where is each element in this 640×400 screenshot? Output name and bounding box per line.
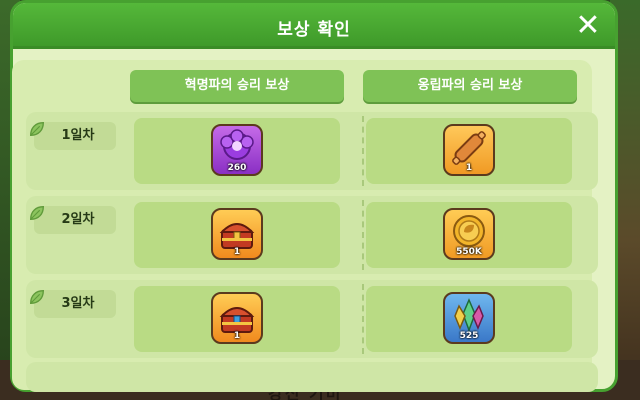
close-button[interactable]: ✕ [571, 9, 605, 43]
column-divider [362, 200, 364, 270]
reward-item[interactable]: 550K [443, 208, 495, 260]
reward-count: 1 [233, 247, 241, 257]
reward-cell-left: 1 [134, 202, 340, 268]
day-badge: 2일차 [30, 206, 116, 234]
day-badge: 3일차 [30, 290, 116, 318]
day-row-3: 3일차 1 525 [26, 280, 598, 358]
day-row-1: 1일차 260 1 [26, 112, 598, 190]
dialog-titlebar: 보상 확인 ✕ [13, 3, 615, 49]
column-divider [362, 116, 364, 186]
reward-item[interactable]: 1 [211, 292, 263, 344]
column-header-revolution: 혁명파의 승리 보상 [130, 70, 344, 102]
reward-item[interactable]: 1 [443, 124, 495, 176]
reward-count: 260 [227, 163, 247, 173]
reward-count: 1 [465, 163, 473, 173]
leaf-icon [30, 290, 44, 304]
day-label: 1일차 [61, 128, 95, 143]
day-label: 3일차 [61, 296, 95, 311]
leaf-icon [30, 122, 44, 136]
reward-count: 1 [233, 331, 241, 341]
reward-item[interactable]: 260 [211, 124, 263, 176]
reward-item[interactable]: 525 [443, 292, 495, 344]
column-divider [362, 284, 364, 354]
day-row-partial [26, 362, 598, 392]
column-header-loyalist: 옹립파의 승리 보상 [363, 70, 577, 102]
reward-cell-left: 1 [134, 286, 340, 352]
reward-item[interactable]: 1 [211, 208, 263, 260]
leaf-icon [30, 206, 44, 220]
day-badge: 1일차 [30, 122, 116, 150]
reward-cell-left: 260 [134, 118, 340, 184]
reward-cell-right: 1 [366, 118, 572, 184]
day-row-2: 2일차 1 550K [26, 196, 598, 274]
reward-cell-right: 525 [366, 286, 572, 352]
reward-cell-right: 550K [366, 202, 572, 268]
day-label: 2일차 [61, 212, 95, 227]
reward-count: 550K [456, 247, 482, 257]
dialog-title: 보상 확인 [277, 20, 351, 40]
reward-count: 525 [459, 331, 479, 341]
